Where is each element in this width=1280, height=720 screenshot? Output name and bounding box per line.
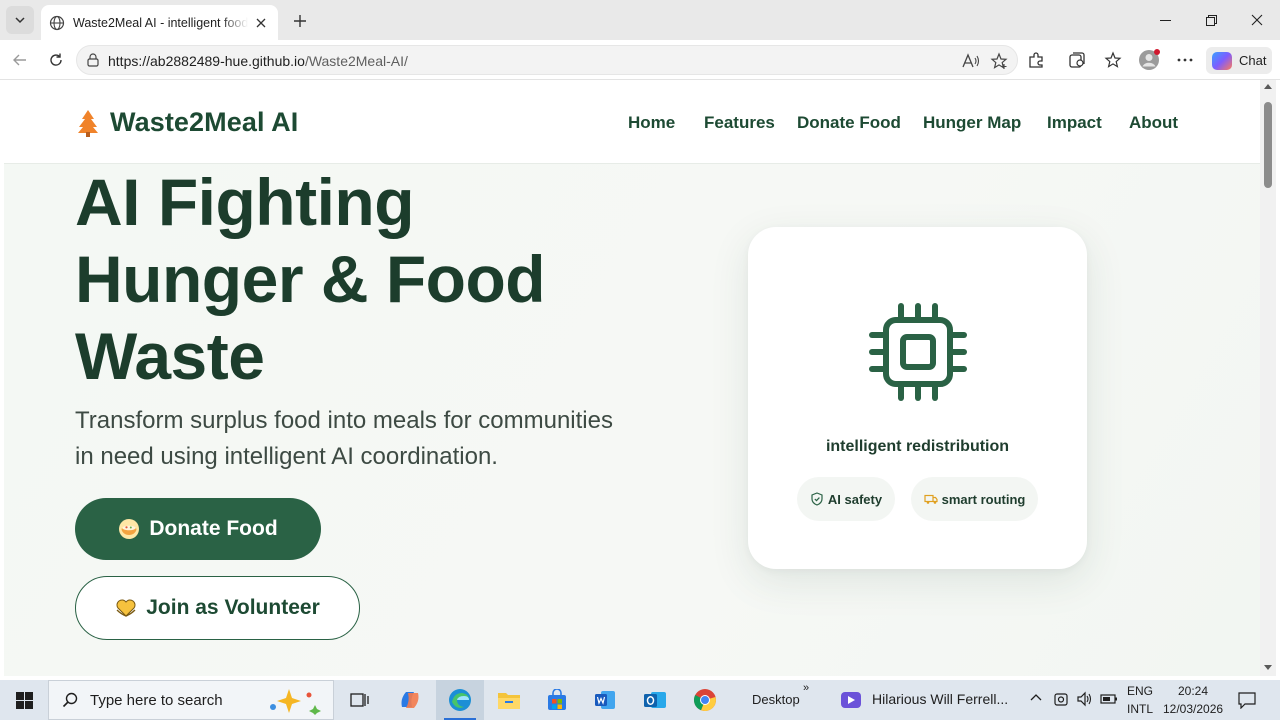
- language-code[interactable]: ENG: [1127, 684, 1153, 698]
- collections-icon[interactable]: [1063, 46, 1091, 74]
- smart-routing-pill: smart routing: [911, 477, 1038, 521]
- notifications-icon[interactable]: [1238, 691, 1256, 709]
- battery-icon[interactable]: [1100, 692, 1118, 706]
- copilot-icon: [1212, 51, 1232, 70]
- restore-icon[interactable]: [1188, 0, 1234, 40]
- video-player-icon[interactable]: [840, 690, 862, 710]
- word-app-icon[interactable]: [581, 680, 629, 720]
- profile-avatar-icon[interactable]: [1135, 46, 1163, 74]
- shield-check-icon: [810, 492, 824, 506]
- hero-title-line-2: Hunger & Food: [75, 242, 546, 316]
- site-header: Waste2Meal AI Home Features Donate Food …: [4, 80, 1260, 164]
- ai-feature-card: intelligent redistribution AI safety sma…: [748, 227, 1087, 569]
- bowl-icon: [118, 518, 140, 540]
- browser-tab-bar: Waste2Meal AI - intelligent food re: [0, 0, 1280, 40]
- windows-taskbar: Type here to search Desktop » Hilarious …: [0, 680, 1280, 720]
- globe-icon: [49, 15, 65, 31]
- refresh-icon[interactable]: [42, 46, 70, 74]
- tab-list-chevron-icon[interactable]: [6, 6, 34, 34]
- heart-hands-icon: [115, 597, 137, 619]
- donate-food-label: Donate Food: [149, 517, 278, 540]
- scrollbar-thumb[interactable]: [1264, 102, 1272, 188]
- scroll-down-arrow-icon[interactable]: [1264, 665, 1272, 670]
- close-tab-icon[interactable]: [252, 14, 270, 32]
- tab-title: Waste2Meal AI - intelligent food re: [73, 15, 248, 30]
- clock-time[interactable]: 20:24: [1178, 684, 1208, 698]
- copilot-app-icon[interactable]: [386, 680, 434, 720]
- add-favorite-star-icon[interactable]: [989, 51, 1009, 71]
- copilot-chat-button[interactable]: Chat: [1206, 47, 1272, 74]
- more-options-icon[interactable]: [1171, 46, 1199, 74]
- chat-label: Chat: [1239, 53, 1267, 68]
- join-volunteer-label: Join as Volunteer: [146, 596, 320, 619]
- nav-hunger-map[interactable]: Hunger Map: [923, 113, 1021, 133]
- page-scrollbar[interactable]: [1260, 80, 1276, 676]
- url-text: https://ab2882489-hue.github.io/Waste2Me…: [108, 53, 408, 69]
- nav-home[interactable]: Home: [628, 113, 675, 133]
- edge-browser-icon[interactable]: [436, 680, 484, 720]
- chrome-app-icon[interactable]: [681, 680, 729, 720]
- nav-features[interactable]: Features: [704, 113, 775, 133]
- taskbar-search-box[interactable]: Type here to search: [48, 680, 334, 720]
- site-logo[interactable]: Waste2Meal AI: [76, 107, 298, 138]
- hero-subtitle: Transform surplus food into meals for co…: [75, 407, 613, 470]
- search-icon: [62, 692, 78, 708]
- hero-title-line-1: AI Fighting: [75, 165, 415, 239]
- browser-tab[interactable]: Waste2Meal AI - intelligent food re: [41, 5, 278, 40]
- url-path: /Waste2Meal-AI/: [304, 53, 408, 69]
- tree-icon: [76, 109, 100, 137]
- join-volunteer-button[interactable]: Join as Volunteer: [75, 576, 360, 640]
- desktop-toolbar-label[interactable]: Desktop: [752, 692, 800, 707]
- keyboard-layout[interactable]: INTL: [1127, 702, 1153, 716]
- back-arrow-icon[interactable]: [6, 46, 34, 74]
- favorites-star-icon[interactable]: [1099, 46, 1127, 74]
- brand-name: Waste2Meal AI: [110, 107, 299, 137]
- nav-about[interactable]: About: [1129, 113, 1178, 133]
- page-viewport: Waste2Meal AI Home Features Donate Food …: [4, 80, 1260, 676]
- read-aloud-icon[interactable]: [961, 51, 981, 71]
- cpu-chip-icon: [869, 303, 967, 401]
- donate-food-button[interactable]: Donate Food: [75, 498, 321, 560]
- outlook-app-icon[interactable]: [631, 680, 679, 720]
- search-placeholder: Type here to search: [90, 691, 223, 709]
- nav-impact[interactable]: Impact: [1047, 113, 1102, 133]
- windows-start-icon[interactable]: [0, 680, 48, 720]
- hero-title-line-3: Waste: [75, 319, 265, 393]
- card-label: intelligent redistribution: [825, 438, 1010, 455]
- minimize-icon[interactable]: [1142, 0, 1188, 40]
- file-explorer-icon[interactable]: [485, 680, 533, 720]
- show-hidden-icons-chevron-icon[interactable]: [1030, 692, 1042, 704]
- close-window-icon[interactable]: [1234, 0, 1280, 40]
- volume-speaker-icon[interactable]: [1076, 691, 1094, 707]
- smart-routing-label: smart routing: [941, 491, 1026, 507]
- search-highlight-sparkle-icon: [265, 687, 327, 715]
- scroll-up-arrow-icon[interactable]: [1264, 84, 1272, 89]
- microsoft-store-icon[interactable]: [533, 680, 581, 720]
- url-host: https://ab2882489-hue.github.io: [108, 53, 305, 69]
- meet-now-camera-icon[interactable]: [1053, 691, 1069, 707]
- new-tab-plus-icon[interactable]: [287, 8, 313, 34]
- truck-icon: [923, 492, 938, 506]
- hero-title: AI Fighting Hunger & Food Waste: [75, 164, 675, 395]
- chevron-right-double-icon[interactable]: »: [803, 682, 809, 694]
- task-view-icon[interactable]: [336, 680, 384, 720]
- site-info-lock-icon[interactable]: [85, 52, 101, 68]
- clock-date[interactable]: 12/03/2026: [1163, 702, 1223, 716]
- extensions-puzzle-icon[interactable]: [1022, 46, 1050, 74]
- ai-safety-label: AI safety: [827, 491, 883, 507]
- media-title[interactable]: Hilarious Will Ferrell...: [872, 691, 1008, 707]
- ai-safety-pill: AI safety: [797, 477, 895, 521]
- nav-donate-food[interactable]: Donate Food: [797, 113, 901, 133]
- address-bar[interactable]: https://ab2882489-hue.github.io/Waste2Me…: [76, 45, 1018, 75]
